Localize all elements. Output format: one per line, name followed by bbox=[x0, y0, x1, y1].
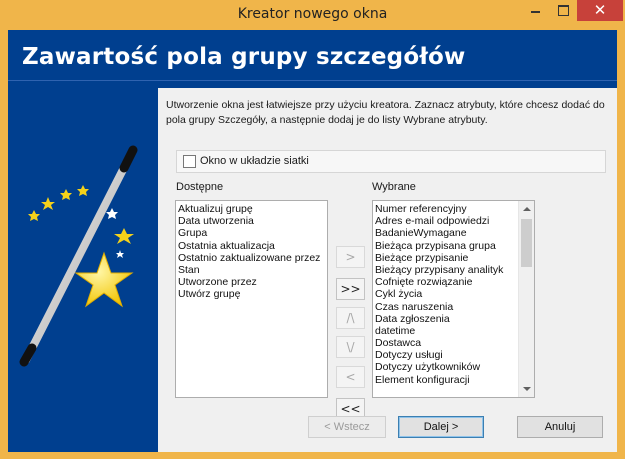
add-all-button[interactable]: >> bbox=[336, 278, 365, 300]
list-item[interactable]: Element konfiguracji bbox=[373, 374, 518, 386]
list-item[interactable]: Data utworzenia bbox=[176, 215, 327, 227]
scroll-thumb[interactable] bbox=[521, 219, 532, 267]
list-item[interactable]: Bieżący przypisany analityk bbox=[373, 264, 518, 276]
move-up-button[interactable]: /\ bbox=[336, 307, 365, 329]
list-item[interactable]: datetime bbox=[373, 325, 518, 337]
list-item[interactable]: Utwórz grupę bbox=[176, 288, 327, 300]
list-item[interactable]: Cykl życia bbox=[373, 288, 518, 300]
header-divider bbox=[8, 80, 617, 81]
maximize-button[interactable] bbox=[550, 0, 577, 21]
list-item[interactable]: Grupa bbox=[176, 227, 327, 239]
intro-text: Utworzenie okna jest łatwiejsze przy uży… bbox=[166, 99, 605, 126]
page-title: Zawartość pola grupy szczegółów bbox=[22, 44, 466, 70]
cancel-button[interactable]: Anuluj bbox=[517, 416, 603, 438]
list-item[interactable]: Ostatnia aktualizacja bbox=[176, 240, 327, 252]
selected-list-scrollbar[interactable] bbox=[518, 201, 534, 397]
list-item[interactable]: Stan bbox=[176, 264, 327, 276]
list-item[interactable]: Data zgłoszenia bbox=[373, 313, 518, 325]
grid-layout-label: Okno w układzie siatki bbox=[200, 155, 309, 167]
available-attributes-list[interactable]: Aktualizuj grupę Data utworzenia Grupa Osta… bbox=[175, 200, 328, 398]
list-item[interactable]: Utworzone przez bbox=[176, 276, 327, 288]
grid-layout-checkbox[interactable] bbox=[183, 155, 196, 168]
list-item[interactable]: Cofnięte rozwiązanie bbox=[373, 276, 518, 288]
scroll-up-icon[interactable] bbox=[519, 201, 534, 217]
list-item[interactable]: Bieżące przypisanie bbox=[373, 252, 518, 264]
close-button[interactable]: ✕ bbox=[577, 0, 623, 21]
list-item[interactable]: Dostawca bbox=[373, 337, 518, 349]
move-down-button[interactable]: \/ bbox=[336, 336, 365, 358]
content-panel: Utworzenie okna jest łatwiejsze przy uży… bbox=[158, 88, 617, 452]
list-item[interactable]: BadanieWymagane bbox=[373, 227, 518, 239]
selected-attributes-list[interactable]: Numer referencyjny Adres e-mail odpowiedz… bbox=[372, 200, 535, 398]
back-button[interactable]: < Wstecz bbox=[308, 416, 386, 438]
remove-button[interactable]: < bbox=[336, 366, 365, 388]
list-item[interactable]: Adres e-mail odpowiedzi bbox=[373, 215, 518, 227]
selected-label: Wybrane bbox=[372, 181, 416, 193]
grid-layout-option: Okno w układzie siatki bbox=[176, 150, 606, 173]
scroll-down-icon[interactable] bbox=[519, 381, 534, 397]
list-item[interactable]: Bieżąca przypisana grupa bbox=[373, 240, 518, 252]
close-icon: ✕ bbox=[593, 1, 607, 19]
next-button[interactable]: Dalej > bbox=[398, 416, 484, 438]
magic-wand-with-stars-icon bbox=[19, 145, 138, 367]
list-item[interactable]: Dotyczy użytkowników bbox=[373, 361, 518, 373]
list-item[interactable]: Dotyczy usługi bbox=[373, 349, 518, 361]
wizard-client: Zawartość pola grupy szczegółów Utworzen… bbox=[8, 30, 617, 452]
add-button[interactable]: > bbox=[336, 246, 365, 268]
list-item[interactable]: Czas naruszenia bbox=[373, 301, 518, 313]
list-item[interactable]: Numer referencyjny bbox=[373, 203, 518, 215]
list-item[interactable]: Aktualizuj grupę bbox=[176, 203, 327, 215]
available-label: Dostępne bbox=[176, 181, 224, 193]
wizard-window: Kreator nowego okna ✕ Zawartość pola gru… bbox=[0, 0, 625, 459]
minimize-button[interactable] bbox=[522, 0, 550, 21]
list-item[interactable]: Ostatnio zaktualizowane przez bbox=[176, 252, 327, 264]
title-bar[interactable]: Kreator nowego okna ✕ bbox=[0, 0, 625, 30]
